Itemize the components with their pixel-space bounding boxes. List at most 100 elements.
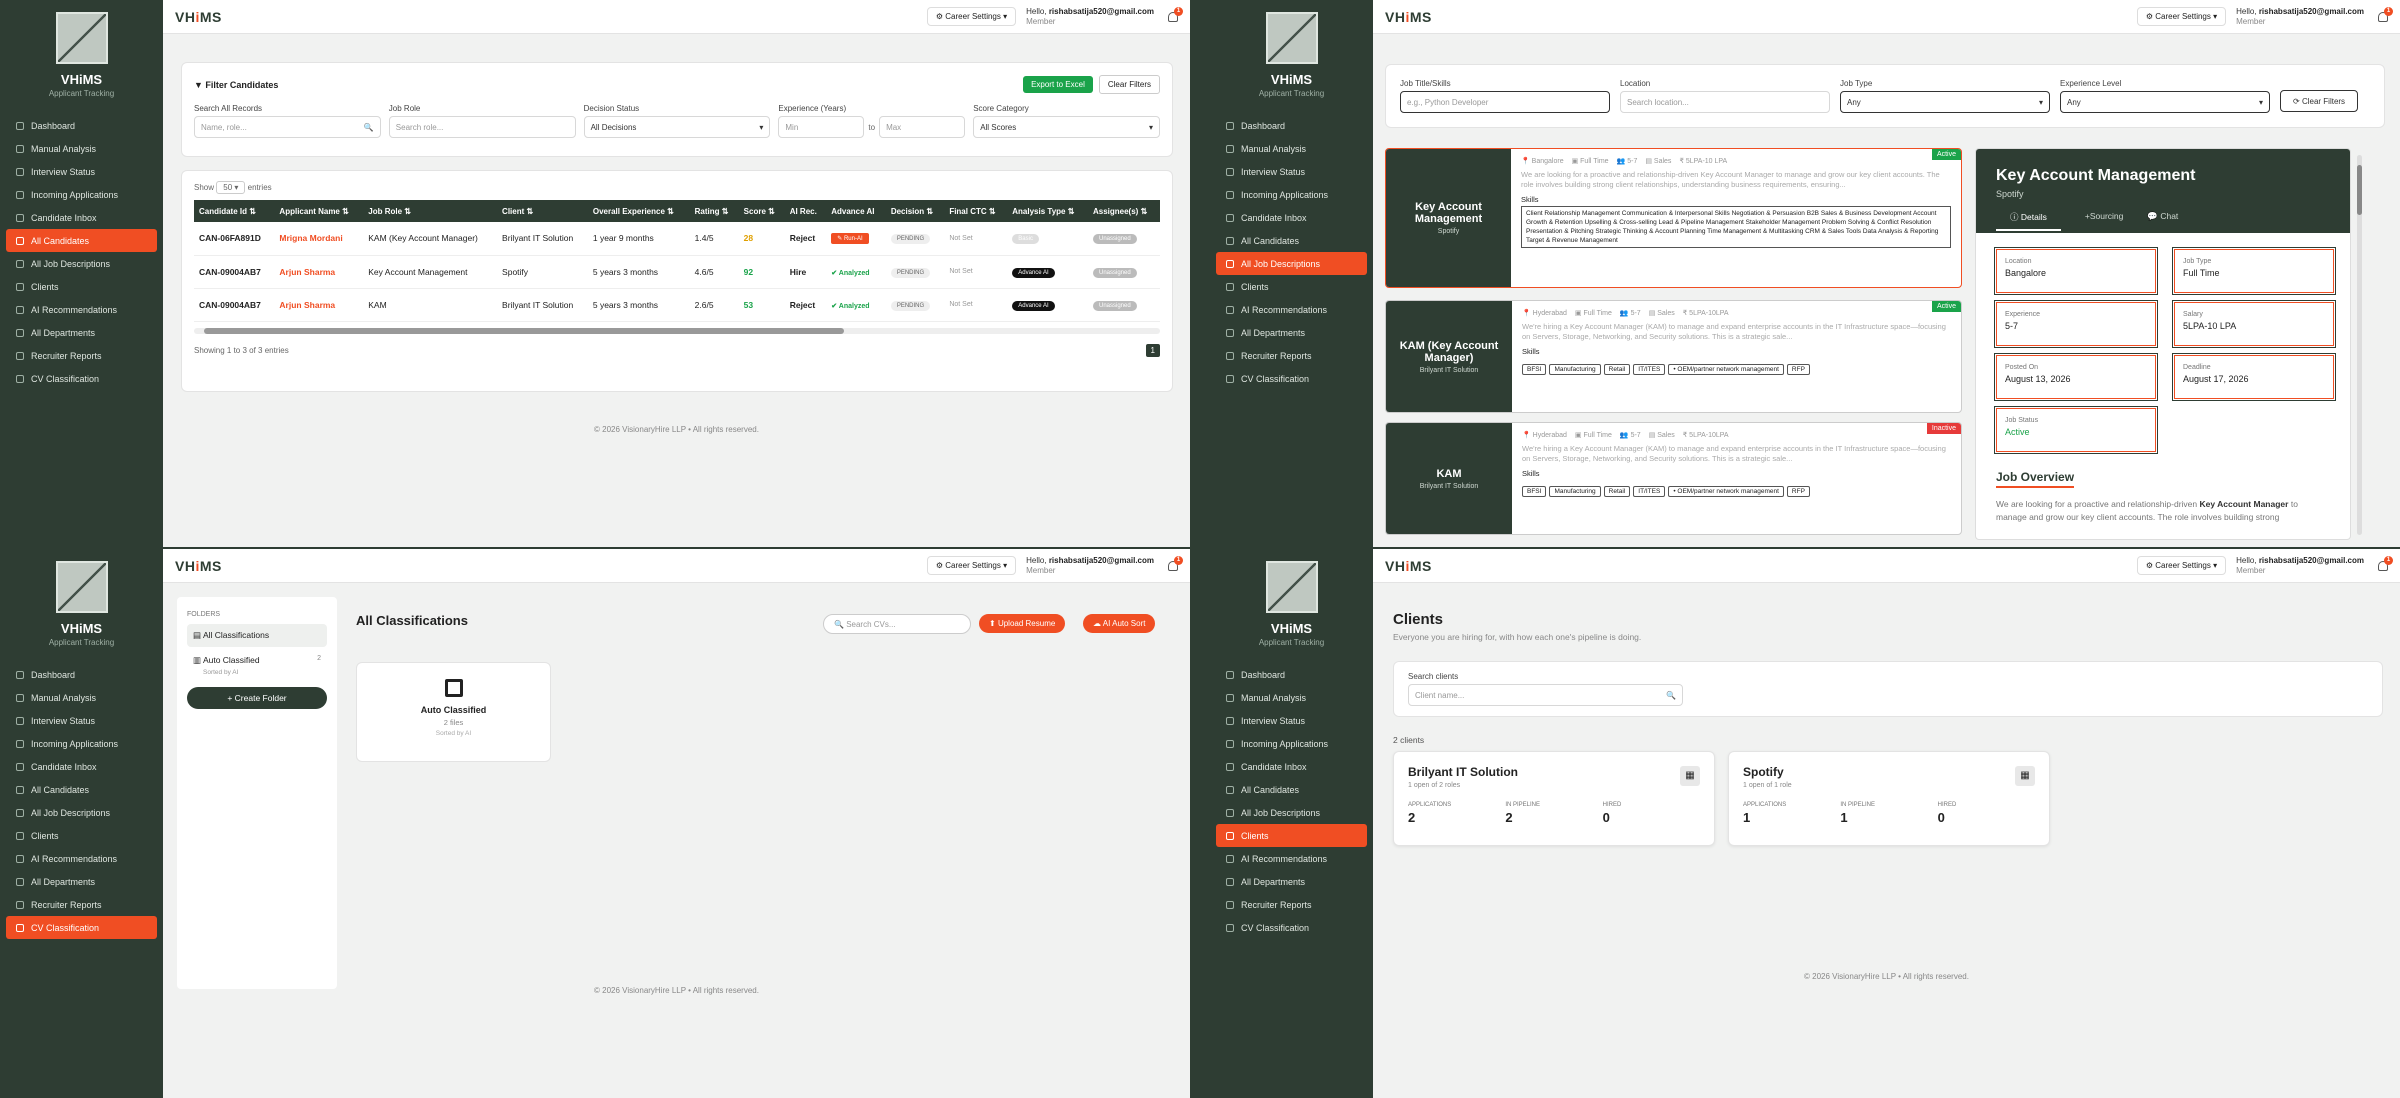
career-settings-button[interactable]: ⚙ Career Settings ▾: [2136, 556, 2227, 575]
upload-resume-button[interactable]: ⬆ Upload Resume: [979, 614, 1066, 633]
table-row[interactable]: CAN-06FA891D Mrigna Mordani KAM (Key Accou…: [194, 222, 1160, 256]
sidebar-item-cv-classification[interactable]: CV Classification: [1216, 367, 1367, 390]
sidebar-item-dashboard[interactable]: Dashboard: [1216, 114, 1367, 137]
client-card[interactable]: Spotify 1 open of 1 role ▦ APPLICATIONS 1 IN …: [1728, 751, 2050, 846]
applicant-name-link[interactable]: Arjun Sharma: [279, 267, 335, 277]
sidebar-item-all-job-descriptions[interactable]: All Job Descriptions: [6, 252, 157, 275]
career-settings-button[interactable]: ⚙ Career Settings ▾: [2136, 7, 2227, 26]
detail-tab[interactable]: ⓘ Details: [1996, 211, 2061, 231]
sidebar-item-dashboard[interactable]: Dashboard: [1216, 663, 1367, 686]
folder-card[interactable]: Auto Classified 2 files Sorted by AI: [356, 662, 551, 762]
sidebar-item-ai-recommendations[interactable]: AI Recommendations: [6, 298, 157, 321]
run-ai-button[interactable]: ✎ Run-AI: [831, 233, 869, 245]
ai-auto-sort-button[interactable]: ☁ AI Auto Sort: [1083, 614, 1156, 633]
table-row[interactable]: CAN-09004AB7 Arjun Sharma KAM Brilyant IT S…: [194, 288, 1160, 322]
page-button[interactable]: 1: [1145, 343, 1160, 357]
vertical-scrollbar[interactable]: [2357, 155, 2362, 535]
sidebar-item-incoming-applications[interactable]: Incoming Applications: [1216, 183, 1367, 206]
user-greeting[interactable]: Hello, rishabsatija520@gmail.com Member: [1026, 556, 1154, 576]
job-filter-input[interactable]: Search location...: [1620, 91, 1830, 113]
job-role-input[interactable]: Search role...: [388, 116, 576, 138]
assignee-badge[interactable]: Unassigned: [1092, 267, 1137, 278]
sidebar-item-interview-status[interactable]: Interview Status: [6, 160, 157, 183]
column-header[interactable]: Assignee(s) ⇅: [1087, 200, 1160, 222]
building-icon[interactable]: ▦: [1680, 766, 1700, 786]
sidebar-item-incoming-applications[interactable]: Incoming Applications: [6, 183, 157, 206]
clear-filters-button[interactable]: ⟳ Clear Filters: [2280, 90, 2359, 112]
sidebar-item-ai-recommendations[interactable]: AI Recommendations: [6, 847, 157, 870]
sidebar-item-incoming-applications[interactable]: Incoming Applications: [6, 732, 157, 755]
sidebar-item-ai-recommendations[interactable]: AI Recommendations: [1216, 298, 1367, 321]
column-header[interactable]: Job Role ⇅: [363, 200, 498, 222]
table-row[interactable]: CAN-09004AB7 Arjun Sharma Key Account Mana…: [194, 255, 1160, 289]
top-logo[interactable]: VHiMS: [175, 558, 222, 574]
top-logo[interactable]: VHiMS: [175, 9, 222, 25]
score-select[interactable]: All Scores ▾: [973, 116, 1160, 138]
sidebar-item-all-job-descriptions[interactable]: All Job Descriptions: [1216, 801, 1367, 824]
sidebar-item-clients[interactable]: Clients: [6, 275, 157, 298]
assignee-badge[interactable]: Unassigned: [1092, 300, 1137, 311]
sidebar-item-manual-analysis[interactable]: Manual Analysis: [1216, 686, 1367, 709]
bell-icon[interactable]: 1: [1168, 555, 1183, 571]
sidebar-item-recruiter-reports[interactable]: Recruiter Reports: [1216, 893, 1367, 916]
career-settings-button[interactable]: ⚙ Career Settings ▾: [926, 556, 1017, 575]
career-settings-button[interactable]: ⚙ Career Settings ▾: [926, 7, 1017, 26]
sidebar-item-candidate-inbox[interactable]: Candidate Inbox: [1216, 755, 1367, 778]
column-header[interactable]: Final CTC ⇅: [944, 200, 1008, 222]
folder-auto-classified[interactable]: ▥ Auto Classified 2: [187, 647, 327, 666]
user-greeting[interactable]: Hello, rishabsatija520@gmail.com Member: [1026, 7, 1154, 27]
job-filter-input[interactable]: Any ▾: [2060, 91, 2270, 113]
sidebar-item-manual-analysis[interactable]: Manual Analysis: [1216, 137, 1367, 160]
folder-all-classifications[interactable]: ▤ All Classifications: [187, 624, 327, 647]
sidebar-item-interview-status[interactable]: Interview Status: [6, 709, 157, 732]
clear-filters-button[interactable]: Clear Filters: [1098, 75, 1160, 94]
sidebar-item-cv-classification[interactable]: CV Classification: [1216, 916, 1367, 939]
entries-select[interactable]: 50 ▾: [216, 181, 246, 194]
column-header[interactable]: Overall Experience ⇅: [587, 200, 690, 222]
column-header[interactable]: Score ⇅: [738, 200, 785, 222]
sidebar-item-all-candidates[interactable]: All Candidates: [1216, 229, 1367, 252]
sidebar-item-cv-classification[interactable]: CV Classification: [6, 367, 157, 390]
column-header[interactable]: Applicant Name ⇅: [274, 200, 364, 222]
user-greeting[interactable]: Hello, rishabsatija520@gmail.com Member: [2236, 556, 2364, 576]
top-logo[interactable]: VHiMS: [1385, 558, 1432, 574]
bell-icon[interactable]: 1: [2378, 6, 2393, 22]
sidebar-item-clients[interactable]: Clients: [6, 824, 157, 847]
job-card[interactable]: KAM (Key Account Manager) Brilyant IT Sol…: [1385, 300, 1962, 413]
job-filter-input[interactable]: e.g., Python Developer: [1400, 91, 1610, 113]
search-cvs-input[interactable]: 🔍 Search CVs...: [823, 614, 971, 634]
sidebar-item-all-departments[interactable]: All Departments: [6, 870, 157, 893]
user-greeting[interactable]: Hello, rishabsatija520@gmail.com Member: [2236, 7, 2364, 27]
column-header[interactable]: Decision ⇅: [885, 200, 945, 222]
applicant-name-link[interactable]: Arjun Sharma: [279, 300, 335, 310]
sidebar-item-dashboard[interactable]: Dashboard: [6, 663, 157, 686]
sidebar-item-all-job-descriptions[interactable]: All Job Descriptions: [6, 801, 157, 824]
detail-tab[interactable]: 💬 Chat: [2147, 211, 2178, 231]
bell-icon[interactable]: 1: [1168, 6, 1183, 22]
sidebar-item-interview-status[interactable]: Interview Status: [1216, 160, 1367, 183]
sidebar-item-all-candidates[interactable]: All Candidates: [6, 778, 157, 801]
client-search-input[interactable]: Client name... 🔍: [1408, 684, 1683, 706]
exp-min-input[interactable]: Min: [778, 116, 865, 138]
top-logo[interactable]: VHiMS: [1385, 9, 1432, 25]
building-icon[interactable]: ▦: [2015, 766, 2035, 786]
sidebar-item-manual-analysis[interactable]: Manual Analysis: [6, 686, 157, 709]
sidebar-item-recruiter-reports[interactable]: Recruiter Reports: [6, 893, 157, 916]
sidebar-item-candidate-inbox[interactable]: Candidate Inbox: [1216, 206, 1367, 229]
sidebar-item-interview-status[interactable]: Interview Status: [1216, 709, 1367, 732]
decision-select[interactable]: All Decisions ▾: [583, 116, 771, 138]
sidebar-item-all-departments[interactable]: All Departments: [1216, 321, 1367, 344]
sidebar-item-recruiter-reports[interactable]: Recruiter Reports: [6, 344, 157, 367]
bell-icon[interactable]: 1: [2378, 555, 2393, 571]
column-header[interactable]: Analysis Type ⇅: [1007, 200, 1088, 222]
sidebar-item-incoming-applications[interactable]: Incoming Applications: [1216, 732, 1367, 755]
sidebar-item-ai-recommendations[interactable]: AI Recommendations: [1216, 847, 1367, 870]
horizontal-scrollbar[interactable]: [194, 327, 1160, 334]
job-card[interactable]: KAM Brilyant IT Solution Inactive 📍 Hyderab…: [1385, 422, 1962, 535]
job-filter-input[interactable]: Any ▾: [1840, 91, 2050, 113]
sidebar-item-recruiter-reports[interactable]: Recruiter Reports: [1216, 344, 1367, 367]
column-header[interactable]: Rating ⇅: [689, 200, 739, 222]
sidebar-item-all-departments[interactable]: All Departments: [1216, 870, 1367, 893]
job-card[interactable]: Key Account Management Spotify Active 📍 Ban…: [1385, 148, 1962, 288]
column-header[interactable]: Candidate Id ⇅: [194, 200, 275, 222]
